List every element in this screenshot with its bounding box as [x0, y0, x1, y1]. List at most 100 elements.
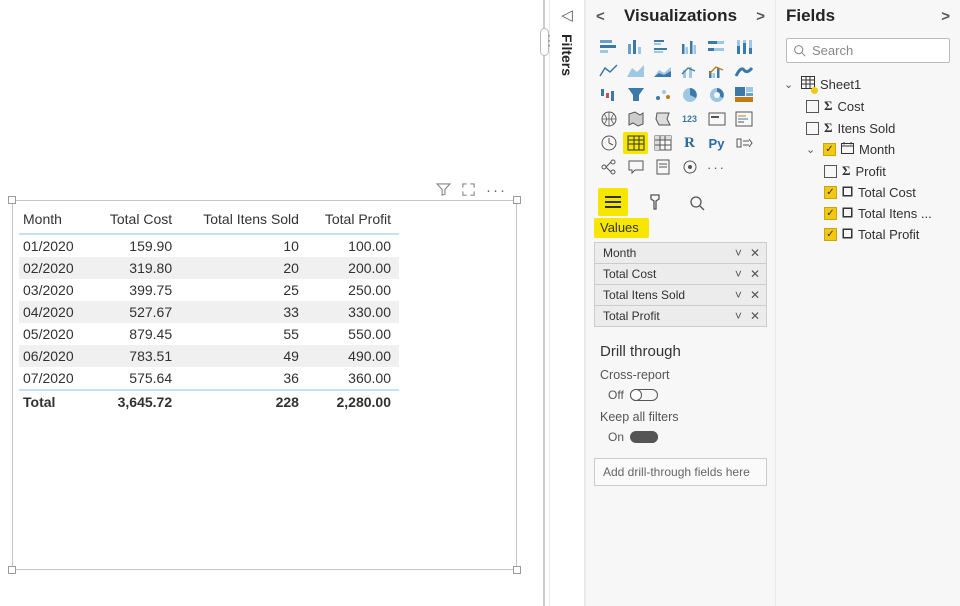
- filters-pane-collapsed[interactable]: ◁ Filters: [549, 0, 585, 606]
- field-node[interactable]: Σ Cost: [782, 95, 954, 117]
- field-checkbox[interactable]: ✓: [824, 207, 837, 220]
- analytics-tab-icon[interactable]: [682, 188, 712, 216]
- resize-handle-icon[interactable]: [513, 566, 521, 574]
- column-header[interactable]: Month: [19, 207, 93, 234]
- pane-collapse-icon[interactable]: <: [596, 8, 605, 25]
- field-node[interactable]: ✓ Total Profit: [782, 224, 954, 245]
- table-row[interactable]: 03/2020399.7525250.00: [19, 279, 399, 301]
- multi-row-card-icon[interactable]: [731, 108, 756, 130]
- field-checkbox[interactable]: ✓: [824, 186, 837, 199]
- field-checkbox[interactable]: ✓: [823, 143, 836, 156]
- visual-container[interactable]: ··· Month Total Cost Total Itens Sold To…: [12, 200, 517, 570]
- hundred-stacked-bar-icon[interactable]: [704, 36, 729, 58]
- toggle-switch-icon[interactable]: [630, 389, 658, 401]
- collapse-icon[interactable]: ⌄: [806, 143, 818, 156]
- table-row[interactable]: 05/2020879.4555550.00: [19, 323, 399, 345]
- field-checkbox[interactable]: [824, 165, 837, 178]
- resize-handle-icon[interactable]: [8, 566, 16, 574]
- field-checkbox[interactable]: ✓: [824, 228, 837, 241]
- resize-handle-icon[interactable]: [8, 196, 16, 204]
- column-header[interactable]: Total Itens Sold: [180, 207, 307, 234]
- field-well-item[interactable]: Total Itens Sold ˅✕: [595, 285, 766, 306]
- table-row[interactable]: 04/2020527.6733330.00: [19, 301, 399, 323]
- table-header-row[interactable]: Month Total Cost Total Itens Sold Total …: [19, 207, 399, 234]
- field-well-item[interactable]: Total Cost ˅✕: [595, 264, 766, 285]
- report-canvas[interactable]: ··· Month Total Cost Total Itens Sold To…: [0, 0, 539, 606]
- more-options-icon[interactable]: ···: [486, 182, 507, 201]
- stacked-area-icon[interactable]: [650, 60, 675, 82]
- table-row[interactable]: 02/2020319.8020200.00: [19, 257, 399, 279]
- table-node[interactable]: ⌄ Sheet1: [782, 73, 954, 95]
- pane-splitter[interactable]: [539, 0, 549, 606]
- column-header[interactable]: Total Cost: [93, 207, 180, 234]
- shape-map-icon[interactable]: [650, 108, 675, 130]
- remove-field-icon[interactable]: ✕: [746, 309, 760, 323]
- scatter-icon[interactable]: [650, 84, 675, 106]
- remove-field-icon[interactable]: ✕: [746, 267, 760, 281]
- keep-filters-toggle[interactable]: On: [586, 426, 775, 450]
- cross-report-toggle[interactable]: Off: [586, 384, 775, 408]
- table-visual[interactable]: Month Total Cost Total Itens Sold Total …: [12, 200, 517, 570]
- paginated-report-icon[interactable]: [650, 156, 675, 178]
- card-icon[interactable]: [704, 108, 729, 130]
- qa-visual-icon[interactable]: [623, 156, 648, 178]
- clustered-column-icon[interactable]: [677, 36, 702, 58]
- drill-through-drop-zone[interactable]: Add drill-through fields here: [594, 458, 767, 486]
- field-well-item[interactable]: Month ˅✕: [595, 243, 766, 264]
- filter-icon[interactable]: [436, 182, 451, 201]
- pane-collapse-icon[interactable]: >: [756, 8, 765, 25]
- table-row[interactable]: 01/2020159.9010100.00: [19, 234, 399, 257]
- hierarchy-node[interactable]: ⌄ ✓ Month: [782, 139, 954, 160]
- splitter-grip-icon[interactable]: [540, 28, 549, 56]
- stacked-column-icon[interactable]: [623, 36, 648, 58]
- r-visual-icon[interactable]: R: [677, 132, 702, 154]
- collapse-icon[interactable]: ⌄: [784, 78, 796, 91]
- pie-chart-icon[interactable]: [677, 84, 702, 106]
- get-more-visuals-icon[interactable]: ···: [704, 156, 729, 178]
- area-chart-icon[interactable]: [623, 60, 648, 82]
- table-visual-icon[interactable]: [623, 132, 648, 154]
- waterfall-icon[interactable]: [596, 84, 621, 106]
- expand-filters-icon[interactable]: ◁: [561, 6, 573, 24]
- field-node[interactable]: Σ Profit: [782, 160, 954, 182]
- kpi-icon[interactable]: [596, 132, 621, 154]
- map-icon[interactable]: [596, 108, 621, 130]
- table-row[interactable]: 07/2020575.6436360.00: [19, 367, 399, 390]
- key-influencers-icon[interactable]: [731, 132, 756, 154]
- fields-search-input[interactable]: Search: [786, 38, 950, 63]
- ribbon-chart-icon[interactable]: [731, 60, 756, 82]
- fields-tab-icon[interactable]: [598, 188, 628, 216]
- line-chart-icon[interactable]: [596, 60, 621, 82]
- column-header[interactable]: Total Profit: [307, 207, 399, 234]
- combo-line-clustered-icon[interactable]: [704, 60, 729, 82]
- field-node[interactable]: ✓ Total Itens ...: [782, 203, 954, 224]
- decomposition-tree-icon[interactable]: [596, 156, 621, 178]
- python-visual-icon[interactable]: Py: [704, 132, 729, 154]
- table-row[interactable]: 06/2020783.5149490.00: [19, 345, 399, 367]
- hundred-stacked-column-icon[interactable]: [731, 36, 756, 58]
- resize-handle-icon[interactable]: [513, 196, 521, 204]
- chevron-down-icon[interactable]: ˅: [735, 267, 742, 281]
- field-node[interactable]: Σ Itens Sold: [782, 117, 954, 139]
- chevron-down-icon[interactable]: ˅: [735, 309, 742, 323]
- stacked-bar-icon[interactable]: [596, 36, 621, 58]
- focus-mode-icon[interactable]: [461, 182, 476, 201]
- format-tab-icon[interactable]: [640, 188, 670, 216]
- chevron-down-icon[interactable]: ˅: [735, 288, 742, 302]
- gauge-icon[interactable]: 123: [677, 108, 702, 130]
- field-well-item[interactable]: Total Profit ˅✕: [595, 306, 766, 326]
- treemap-icon[interactable]: [731, 84, 756, 106]
- matrix-icon[interactable]: [650, 132, 675, 154]
- funnel-icon[interactable]: [623, 84, 648, 106]
- chevron-down-icon[interactable]: ˅: [735, 246, 742, 260]
- values-field-wells[interactable]: Month ˅✕ Total Cost ˅✕ Total Itens Sold …: [594, 242, 767, 327]
- filled-map-icon[interactable]: [623, 108, 648, 130]
- remove-field-icon[interactable]: ✕: [746, 288, 760, 302]
- toggle-switch-icon[interactable]: [630, 431, 658, 443]
- field-node[interactable]: ✓ Total Cost: [782, 182, 954, 203]
- arcgis-icon[interactable]: [677, 156, 702, 178]
- donut-chart-icon[interactable]: [704, 84, 729, 106]
- field-checkbox[interactable]: [806, 122, 819, 135]
- combo-line-stacked-icon[interactable]: [677, 60, 702, 82]
- clustered-bar-icon[interactable]: [650, 36, 675, 58]
